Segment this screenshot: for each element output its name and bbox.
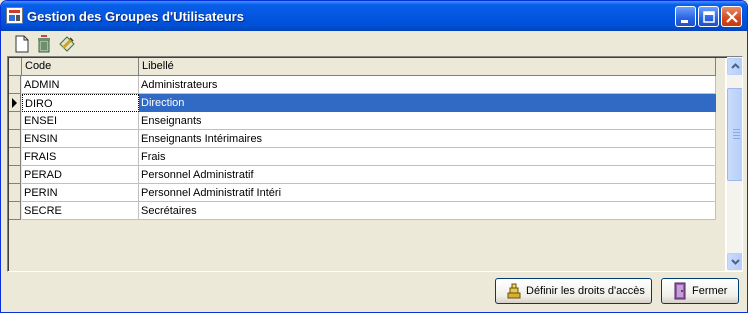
minimize-icon — [681, 20, 688, 23]
maximize-button[interactable] — [698, 6, 719, 27]
door-exit-icon — [674, 282, 686, 300]
groups-table: Code Libellé ADMIN Administrateurs DIRO Dir… — [7, 56, 743, 272]
main-window: Gestion des Groupes d'Utilisateurs Code … — [0, 0, 748, 313]
current-row-arrow-icon — [12, 98, 17, 108]
row-selector[interactable] — [9, 148, 21, 166]
row-selector[interactable] — [9, 202, 21, 220]
cell-libelle[interactable]: Enseignants — [139, 112, 716, 130]
close-button[interactable]: Fermer — [661, 278, 739, 304]
cell-libelle-text: Direction — [141, 97, 185, 109]
table-row[interactable]: ADMIN Administrateurs — [9, 76, 716, 94]
scroll-down-button[interactable] — [727, 253, 742, 270]
cell-libelle[interactable]: Frais — [139, 148, 716, 166]
row-selector[interactable] — [9, 76, 21, 94]
define-rights-label: Définir les droits d'accès — [526, 285, 645, 297]
delete-recycle-icon[interactable] — [35, 35, 53, 53]
cell-libelle[interactable]: Administrateurs — [139, 76, 716, 94]
chevron-down-icon — [731, 259, 740, 265]
cell-libelle[interactable]: Direction — [139, 94, 716, 112]
row-selector[interactable] — [9, 94, 21, 112]
cell-code[interactable]: PERAD — [22, 166, 139, 184]
cell-libelle-text: Enseignants — [141, 115, 202, 127]
toolbar — [7, 33, 747, 55]
minimize-button[interactable] — [675, 6, 696, 27]
close-label: Fermer — [692, 285, 728, 297]
cell-code[interactable]: DIRO — [22, 94, 139, 112]
cell-libelle-text: Personnel Administratif Intéri — [141, 187, 282, 199]
row-header-corner — [9, 58, 22, 76]
table-row[interactable]: SECRE Secrétaires — [9, 202, 716, 220]
cell-code-text: ENSIN — [24, 133, 58, 145]
cell-code[interactable]: FRAIS — [22, 148, 139, 166]
cell-code[interactable]: ENSIN — [22, 130, 139, 148]
row-selector[interactable] — [9, 130, 21, 148]
cell-libelle[interactable]: Enseignants Intérimaires — [139, 130, 716, 148]
vertical-scrollbar[interactable] — [727, 57, 742, 271]
edit-rights-icon[interactable] — [58, 35, 76, 53]
table-row[interactable]: PERIN Personnel Administratif Intéri — [9, 184, 716, 202]
scroll-up-button[interactable] — [727, 58, 742, 75]
define-rights-button[interactable]: Définir les droits d'accès — [495, 278, 652, 304]
cell-code-text: DIRO — [25, 98, 53, 110]
new-document-icon[interactable] — [13, 35, 31, 53]
cell-libelle-text: Enseignants Intérimaires — [141, 133, 263, 145]
cell-code-text: FRAIS — [24, 151, 57, 163]
cell-code[interactable]: ENSEI — [22, 112, 139, 130]
table-row[interactable]: DIRO Direction — [9, 94, 716, 112]
table-row[interactable]: ENSEI Enseignants — [9, 112, 716, 130]
cell-libelle-text: Personnel Administratif — [141, 169, 254, 181]
column-header-libelle[interactable]: Libellé — [139, 58, 716, 76]
cell-libelle-text: Frais — [141, 151, 166, 163]
maximize-icon — [703, 11, 715, 23]
column-header-code[interactable]: Code — [22, 58, 139, 76]
cell-code[interactable]: SECRE — [22, 202, 139, 220]
scroll-thumb[interactable] — [727, 88, 742, 181]
table-row[interactable]: PERAD Personnel Administratif — [9, 166, 716, 184]
table-body: Code Libellé ADMIN Administrateurs DIRO Dir… — [9, 58, 725, 271]
row-selector[interactable] — [9, 112, 21, 130]
app-icon[interactable] — [6, 7, 23, 24]
cell-libelle[interactable]: Secrétaires — [139, 202, 716, 220]
cell-code-text: ENSEI — [24, 115, 58, 127]
cell-libelle[interactable]: Personnel Administratif Intéri — [139, 184, 716, 202]
cell-code[interactable]: PERIN — [22, 184, 139, 202]
window-title: Gestion des Groupes d'Utilisateurs — [27, 9, 244, 24]
cell-libelle[interactable]: Personnel Administratif — [139, 166, 716, 184]
cell-libelle-text: Administrateurs — [141, 79, 218, 91]
row-selector[interactable] — [9, 166, 21, 184]
close-icon — [726, 11, 738, 23]
cell-code-text: ADMIN — [24, 79, 60, 91]
close-window-button[interactable] — [721, 6, 742, 27]
table-row[interactable]: ENSIN Enseignants Intérimaires — [9, 130, 716, 148]
cell-libelle-text: Secrétaires — [141, 205, 197, 217]
cell-code[interactable]: ADMIN — [22, 76, 139, 94]
cell-code-text: PERAD — [24, 169, 62, 181]
cell-code-text: PERIN — [24, 187, 58, 199]
column-header-code-label: Code — [25, 60, 52, 72]
chevron-up-icon — [731, 63, 740, 69]
cell-code-text: SECRE — [24, 205, 62, 217]
row-selector[interactable] — [9, 184, 21, 202]
rights-icon — [507, 283, 521, 299]
column-header-libelle-label: Libellé — [142, 60, 174, 72]
table-row[interactable]: FRAIS Frais — [9, 148, 716, 166]
title-bar[interactable]: Gestion des Groupes d'Utilisateurs — [1, 1, 747, 31]
